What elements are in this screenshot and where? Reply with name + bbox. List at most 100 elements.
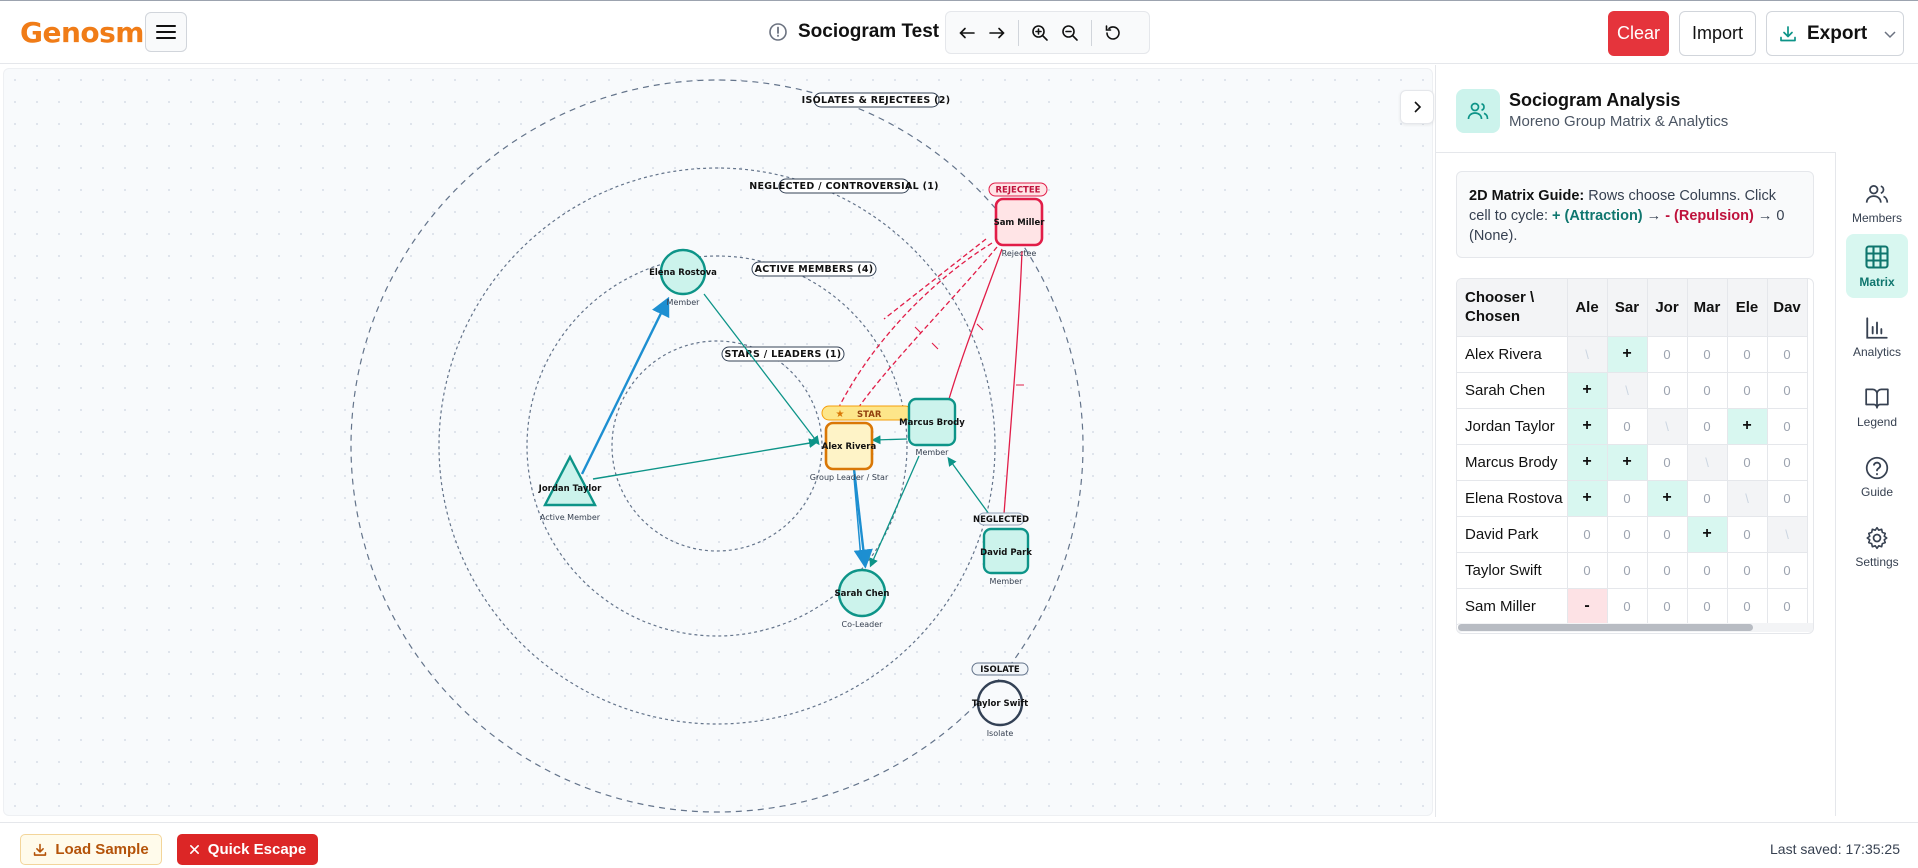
matrix-column-header: Sar: [1607, 279, 1648, 337]
menu-button[interactable]: [145, 12, 187, 52]
collapse-panel-button[interactable]: [1400, 90, 1434, 124]
app-logo[interactable]: Genosm: [20, 16, 144, 49]
matrix-cell[interactable]: +: [1687, 516, 1728, 553]
users-icon: [1456, 89, 1500, 133]
svg-text:Active Member: Active Member: [540, 513, 601, 522]
matrix-cell[interactable]: +: [1567, 408, 1608, 445]
svg-text:Member: Member: [667, 298, 701, 307]
book-icon: [1865, 388, 1889, 409]
tab-members[interactable]: Members: [1846, 172, 1908, 234]
svg-text:Rejectee: Rejectee: [1002, 249, 1037, 258]
gear-icon: [1866, 526, 1888, 550]
tab-guide-label: Guide: [1860, 485, 1894, 499]
node-taylor[interactable]: ISOLATE Taylor Swift Isolate: [971, 662, 1029, 738]
zoom-out-icon: [1062, 24, 1078, 41]
tab-analytics[interactable]: Analytics: [1846, 306, 1908, 368]
zoom-out-button[interactable]: [1055, 18, 1085, 48]
matrix-cell[interactable]: +: [1607, 444, 1648, 481]
matrix-cell[interactable]: 0: [1687, 336, 1728, 373]
svg-text:Sarah Chen: Sarah Chen: [835, 589, 890, 599]
matrix-row: Sam Miller -0 0 0 0 0: [1457, 588, 1808, 625]
svg-text:NEGLECTED: NEGLECTED: [973, 515, 1029, 525]
matrix-cell[interactable]: 0: [1607, 408, 1648, 445]
tab-settings-label: Settings: [1855, 555, 1899, 569]
matrix-cell[interactable]: +: [1647, 480, 1688, 517]
matrix-cell[interactable]: 0: [1647, 552, 1688, 589]
node-alex[interactable]: ★ STAR Alex Rivera Group Leader / Star: [810, 405, 913, 482]
bar-chart-icon: [1866, 317, 1888, 339]
matrix-cell[interactable]: 0: [1767, 372, 1808, 409]
matrix-horizontal-scrollbar[interactable]: [1458, 623, 1813, 632]
matrix-row: Jordan Taylor +0 \ 0 +0: [1457, 408, 1808, 445]
matrix-cell[interactable]: 0: [1647, 372, 1688, 409]
arrow-right-icon: [989, 27, 1005, 38]
node-marcus[interactable]: Marcus Brody Member: [899, 397, 965, 457]
matrix-cell[interactable]: +: [1567, 480, 1608, 517]
matrix-cell[interactable]: 0: [1607, 480, 1648, 517]
matrix-cell[interactable]: 0: [1647, 516, 1688, 553]
matrix-cell[interactable]: 0: [1767, 588, 1808, 625]
matrix-cell[interactable]: 0: [1687, 480, 1728, 517]
reset-view-button[interactable]: [1098, 18, 1128, 48]
rotate-ccw-icon: [1105, 24, 1120, 40]
undo-button[interactable]: [952, 18, 982, 48]
matrix-cell[interactable]: 0: [1607, 588, 1648, 625]
matrix-cell[interactable]: 0: [1607, 516, 1648, 553]
clear-button[interactable]: Clear: [1608, 11, 1669, 56]
matrix-cell[interactable]: +: [1727, 408, 1768, 445]
matrix-cell[interactable]: 0: [1767, 552, 1808, 589]
matrix-cell[interactable]: 0: [1647, 444, 1688, 481]
svg-text:Elena Rostova: Elena Rostova: [649, 268, 717, 278]
matrix-cell[interactable]: 0: [1567, 516, 1608, 553]
edge-elena-alex: [703, 293, 820, 446]
matrix-cell[interactable]: 0: [1727, 552, 1768, 589]
tab-settings[interactable]: Settings: [1846, 516, 1908, 578]
load-sample-button[interactable]: Load Sample: [20, 834, 162, 865]
scroll-thumb[interactable]: [1458, 624, 1753, 631]
tab-matrix[interactable]: Matrix: [1846, 234, 1908, 298]
matrix-column-header: Mar: [1687, 279, 1728, 337]
matrix-cell[interactable]: 0: [1687, 372, 1728, 409]
tab-guide[interactable]: Guide: [1846, 446, 1908, 508]
node-david[interactable]: NEGLECTED David Park Member: [973, 512, 1032, 586]
matrix-cell[interactable]: 0: [1727, 336, 1768, 373]
matrix-corner-header: Chooser \ Chosen: [1457, 279, 1568, 337]
sociogram-canvas[interactable]: ISOLATES & REJECTEES (2) NEGLECTED / CON…: [3, 68, 1433, 816]
matrix-cell[interactable]: +: [1607, 336, 1648, 373]
quick-escape-button[interactable]: Quick Escape: [177, 834, 318, 865]
tab-legend[interactable]: Legend: [1846, 376, 1908, 438]
matrix-cell[interactable]: 0: [1767, 480, 1808, 517]
matrix-cell[interactable]: 0: [1607, 552, 1648, 589]
matrix-cell[interactable]: +: [1567, 444, 1608, 481]
svg-text:Sam Miller: Sam Miller: [994, 218, 1046, 228]
matrix-cell[interactable]: 0: [1567, 552, 1608, 589]
matrix-cell[interactable]: 0: [1647, 588, 1688, 625]
svg-text:Taylor Swift: Taylor Swift: [972, 699, 1028, 709]
matrix-row-label: Marcus Brody: [1457, 444, 1568, 481]
matrix-cell[interactable]: 0: [1727, 372, 1768, 409]
matrix-cell[interactable]: 0: [1687, 552, 1728, 589]
panel-title: Sociogram Analysis: [1509, 90, 1681, 110]
matrix-cell[interactable]: 0: [1727, 588, 1768, 625]
export-button[interactable]: Export: [1766, 11, 1904, 56]
matrix-cell[interactable]: +: [1567, 372, 1608, 409]
zoom-in-icon: [1032, 24, 1048, 41]
matrix-cell[interactable]: 0: [1687, 408, 1728, 445]
edge-jordan-elena: [580, 296, 670, 475]
document-title-text: Sociogram Test: [798, 21, 940, 42]
node-sarah[interactable]: Sarah Chen Co-Leader: [835, 568, 890, 629]
matrix-cell[interactable]: 0: [1767, 336, 1808, 373]
matrix-cell[interactable]: 0: [1767, 408, 1808, 445]
matrix-cell[interactable]: 0: [1647, 336, 1688, 373]
import-button[interactable]: Import: [1679, 11, 1756, 56]
edge-marcus-alex: [871, 435, 908, 445]
matrix-cell[interactable]: -: [1567, 588, 1608, 625]
matrix-cell[interactable]: 0: [1727, 516, 1768, 553]
node-sam[interactable]: REJECTEE Sam Miller Rejectee: [988, 182, 1048, 258]
matrix-cell[interactable]: 0: [1687, 588, 1728, 625]
zoom-in-button[interactable]: [1025, 18, 1055, 48]
matrix-cell[interactable]: 0: [1727, 444, 1768, 481]
node-jordan[interactable]: Jordan Taylor Active Member: [538, 454, 602, 522]
redo-button[interactable]: [982, 18, 1012, 48]
matrix-cell[interactable]: 0: [1767, 444, 1808, 481]
